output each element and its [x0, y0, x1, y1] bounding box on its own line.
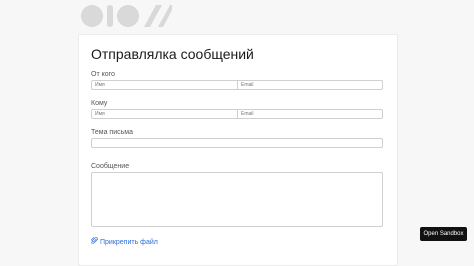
to-email-input[interactable]: Email — [238, 110, 382, 118]
subject-label: Тема письма — [91, 129, 133, 136]
from-email-input[interactable]: Email — [238, 81, 382, 89]
message-textarea[interactable] — [91, 172, 383, 227]
to-row: Имя Email — [91, 109, 383, 119]
attach-file-label: Прикрепить файл — [100, 239, 158, 246]
brand-logo-icon — [81, 5, 172, 27]
to-label: Кому — [91, 100, 108, 107]
subject-input[interactable] — [91, 138, 383, 148]
open-sandbox-button[interactable]: Open Sandbox — [420, 227, 467, 241]
to-name-input[interactable]: Имя — [92, 110, 238, 118]
message-label: Сообщение — [91, 163, 130, 170]
message-form-card — [78, 34, 398, 266]
from-name-input[interactable]: Имя — [92, 81, 238, 89]
form-title: Отправлялка сообщений — [91, 46, 254, 62]
from-row: Имя Email — [91, 80, 383, 90]
paperclip-icon — [90, 237, 98, 247]
attach-file-link[interactable]: Прикрепить файл — [90, 237, 158, 247]
from-label: От кого — [91, 71, 115, 78]
